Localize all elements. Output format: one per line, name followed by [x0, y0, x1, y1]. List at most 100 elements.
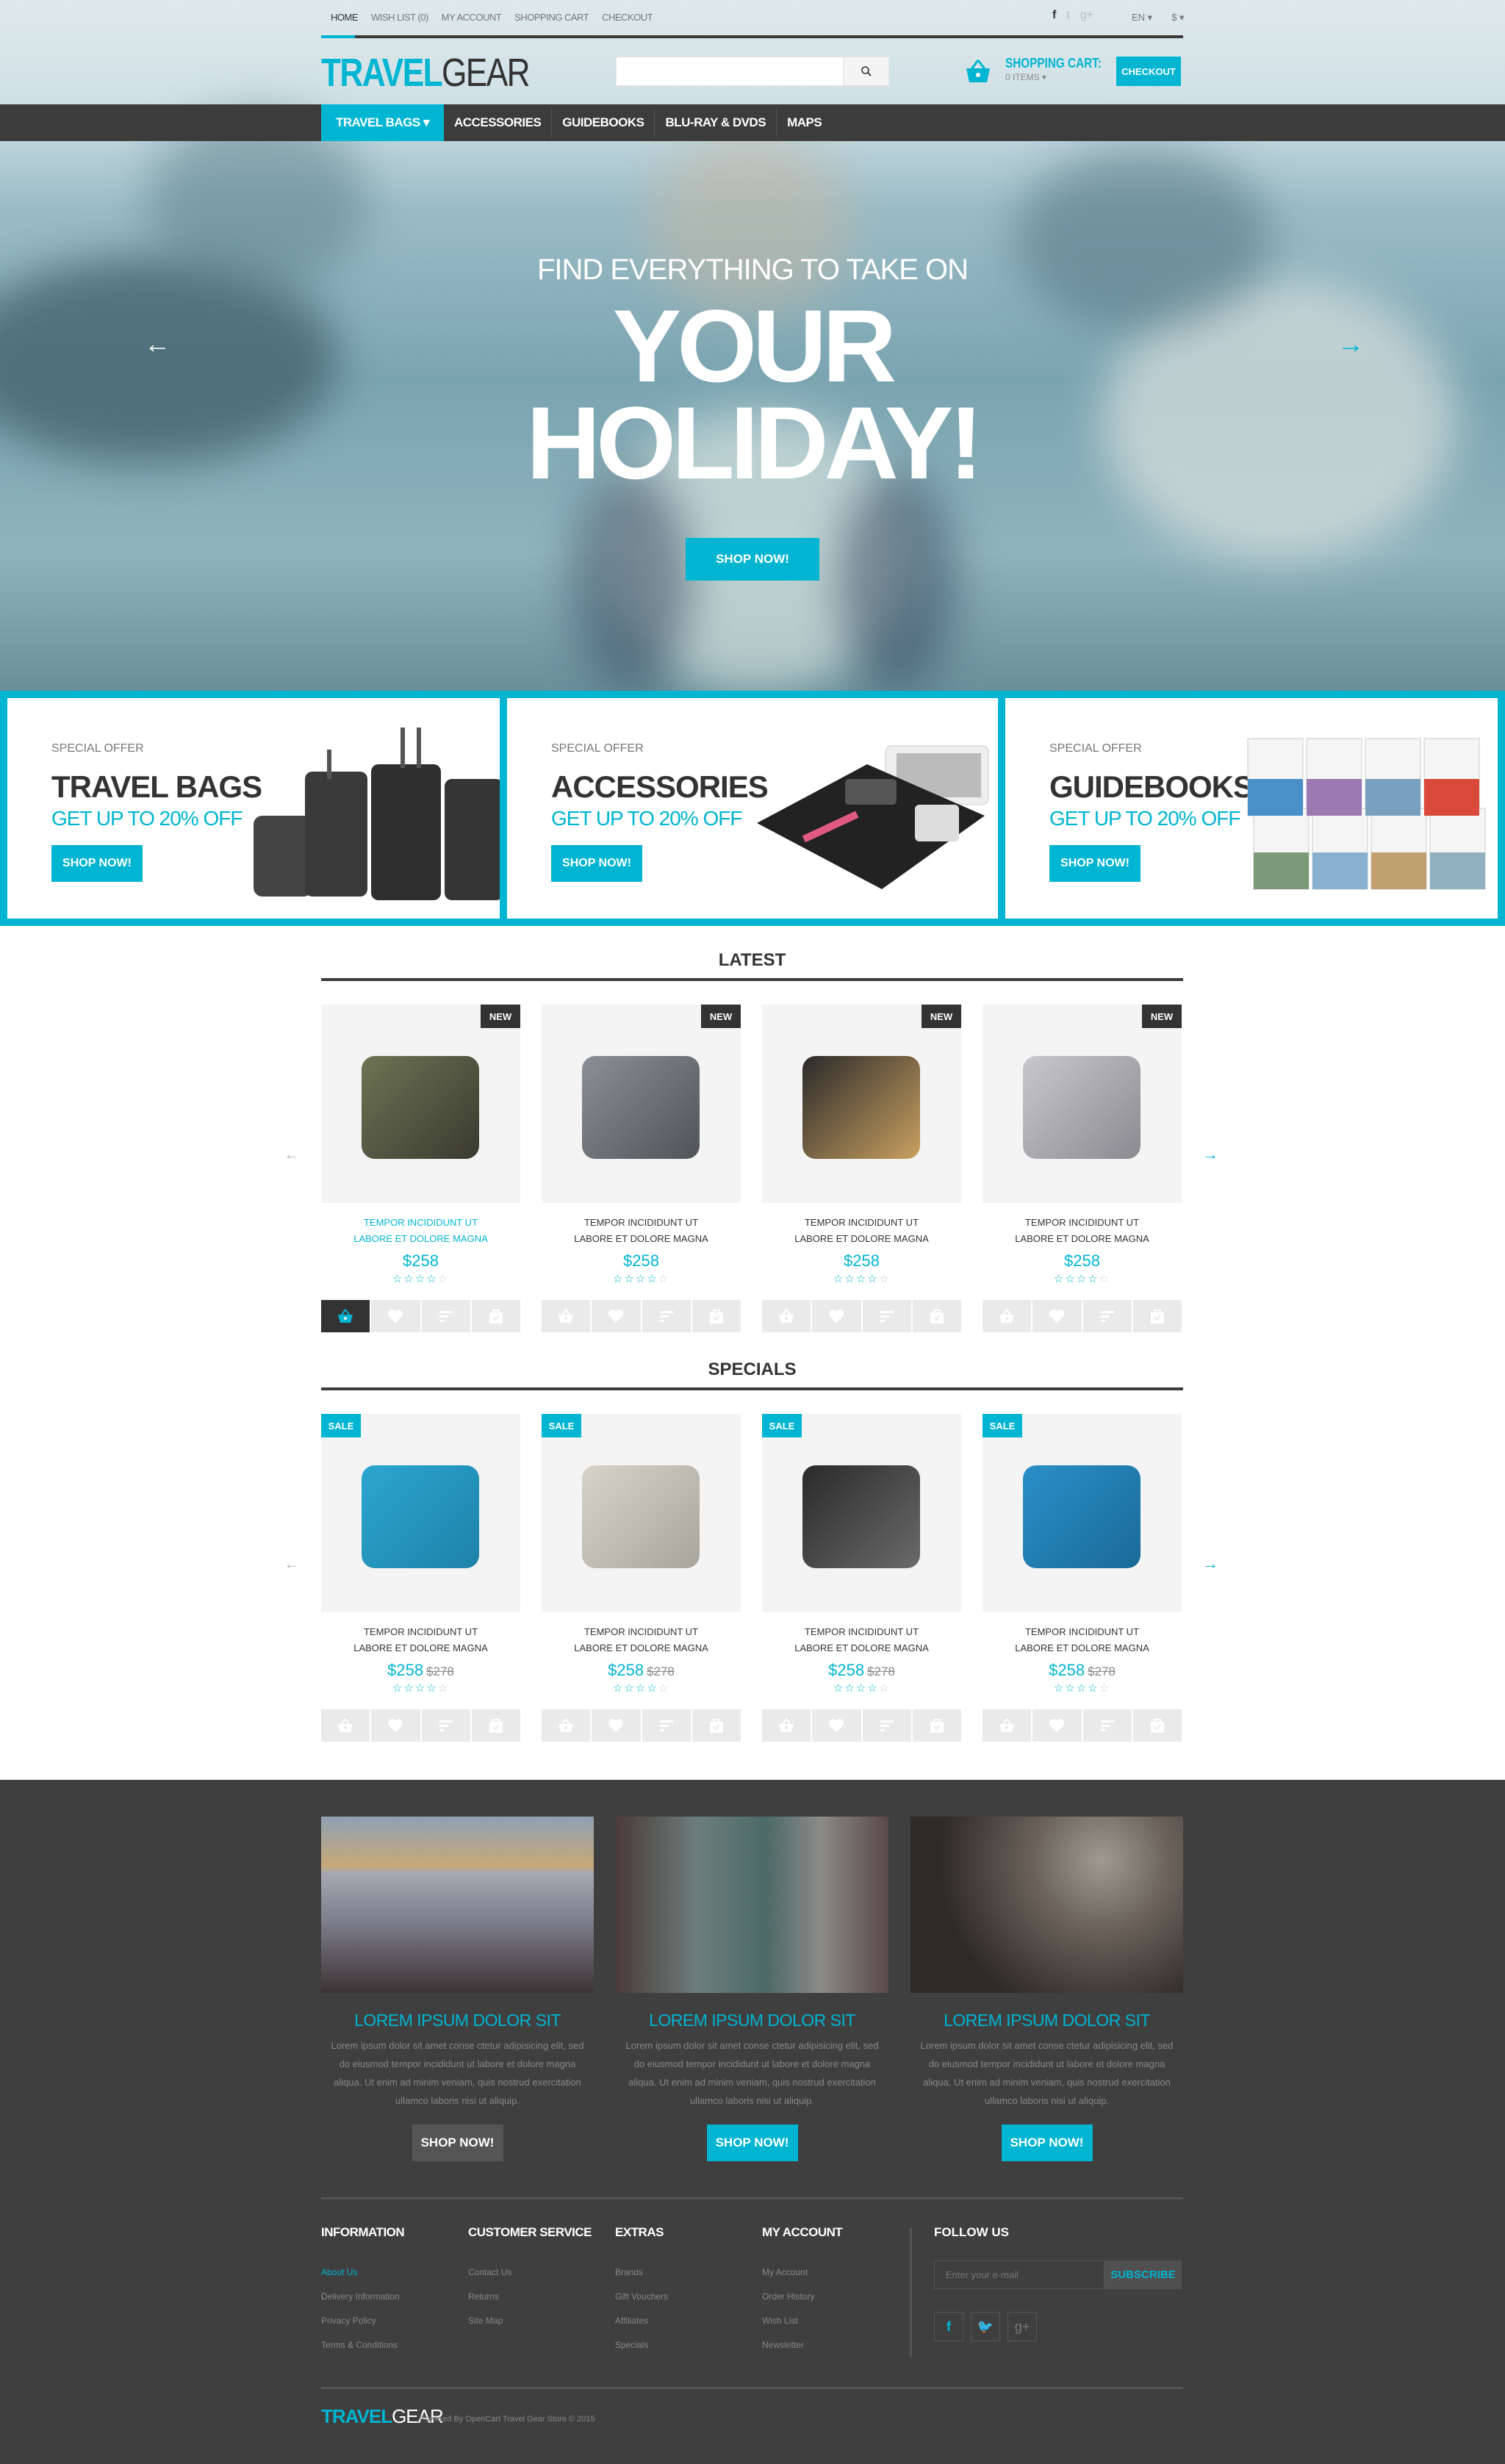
- story-shop-now-button[interactable]: SHOP NOW!: [706, 2124, 798, 2161]
- google-plus-icon[interactable]: g+: [1080, 9, 1093, 22]
- footer-link-delivery-information[interactable]: Delivery Information: [321, 2285, 404, 2309]
- wishlist-button[interactable]: [371, 1709, 422, 1742]
- product-name[interactable]: TEMPOR INCIDIDUNT UT LABORE ET DOLORE MA…: [983, 1624, 1182, 1656]
- add-to-cart-button[interactable]: [321, 1709, 372, 1742]
- latest-next-arrow-icon[interactable]: →: [1202, 1145, 1218, 1164]
- compare-button[interactable]: [862, 1709, 913, 1742]
- wishlist-button[interactable]: [371, 1300, 422, 1332]
- product-name[interactable]: TEMPOR INCIDIDUNT UT LABORE ET DOLORE MA…: [542, 1215, 741, 1247]
- hero-shop-now-button[interactable]: SHOP NOW!: [686, 538, 819, 581]
- wishlist-button[interactable]: [1032, 1709, 1083, 1742]
- top-link-shopping-cart[interactable]: SHOPPING CART: [514, 12, 589, 23]
- banner-accessories[interactable]: SPECIAL OFFER ACCESSORIES GET UP TO 20% …: [507, 698, 998, 919]
- wishlist-button[interactable]: [812, 1709, 863, 1742]
- footer-link-returns[interactable]: Returns: [468, 2285, 592, 2309]
- footer-link-brands[interactable]: Brands: [615, 2260, 668, 2285]
- add-to-cart-button[interactable]: [321, 1300, 372, 1332]
- footer-link-terms-conditions[interactable]: Terms & Conditions: [321, 2333, 404, 2357]
- product-name[interactable]: TEMPOR INCIDIDUNT UT LABORE ET DOLORE MA…: [762, 1624, 961, 1656]
- footer-link-site-map[interactable]: Site Map: [468, 2309, 592, 2333]
- product-image-waist-pack[interactable]: SALE: [542, 1414, 741, 1612]
- specials-prev-arrow-icon[interactable]: ←: [284, 1554, 300, 1573]
- product-image-combination-locks[interactable]: NEW: [983, 1005, 1182, 1203]
- banner-travel-bags[interactable]: SPECIAL OFFER TRAVEL BAGS GET UP TO 20% …: [7, 698, 500, 919]
- nav-item-guidebooks[interactable]: GUIDEBOOKS: [552, 108, 655, 137]
- quick-view-button[interactable]: [692, 1709, 741, 1742]
- banner-shop-now-button[interactable]: SHOP NOW!: [51, 845, 143, 882]
- nav-item-maps[interactable]: MAPS: [777, 108, 832, 137]
- nav-item-travel-bags[interactable]: TRAVEL BAGS ▾: [321, 104, 445, 141]
- facebook-icon[interactable]: f: [1052, 9, 1056, 22]
- footer-link-about-us[interactable]: About Us: [321, 2260, 404, 2285]
- product-name[interactable]: TEMPOR INCIDIDUNT UT LABORE ET DOLORE MA…: [321, 1624, 520, 1656]
- footer-link-my-account[interactable]: My Account: [762, 2260, 842, 2285]
- footer-link-privacy-policy[interactable]: Privacy Policy: [321, 2309, 404, 2333]
- footer-twitter-icon[interactable]: 🐦: [971, 2312, 1000, 2341]
- product-image-rolling-backpack[interactable]: NEW: [542, 1005, 741, 1203]
- search-input[interactable]: [617, 57, 843, 85]
- shopping-basket-icon[interactable]: [965, 59, 991, 84]
- product-image-toiletry-kit[interactable]: SALE: [321, 1414, 520, 1612]
- compare-button[interactable]: [421, 1300, 472, 1332]
- top-link-wishlist[interactable]: WISH LIST (0): [371, 12, 428, 23]
- search-button[interactable]: [843, 57, 888, 85]
- product-image-travel-wallet[interactable]: SALE: [983, 1414, 1182, 1612]
- add-to-cart-button[interactable]: [983, 1709, 1033, 1742]
- compare-button[interactable]: [642, 1300, 692, 1332]
- checkout-button[interactable]: CHECKOUT: [1116, 57, 1181, 86]
- add-to-cart-button[interactable]: [762, 1300, 813, 1332]
- wishlist-button[interactable]: [592, 1300, 642, 1332]
- nav-item-accessories[interactable]: ACCESSORIES: [444, 108, 553, 137]
- wishlist-button[interactable]: [592, 1709, 642, 1742]
- nav-item-bluray-dvds[interactable]: BLU-RAY & DVDS: [655, 108, 777, 137]
- banner-guidebooks[interactable]: SPECIAL OFFER GUIDEBOOKS GET UP TO 20% O…: [1005, 698, 1498, 919]
- story-shop-now-button[interactable]: SHOP NOW!: [412, 2124, 503, 2161]
- footer-link-newsletter[interactable]: Newsletter: [762, 2333, 842, 2357]
- top-link-checkout[interactable]: CHECKOUT: [602, 12, 653, 23]
- banner-shop-now-button[interactable]: SHOP NOW!: [1049, 845, 1141, 882]
- footer-link-specials[interactable]: Specials: [615, 2333, 668, 2357]
- cart-item-count[interactable]: 0 ITEMS ▾: [1005, 72, 1046, 82]
- quick-view-button[interactable]: [692, 1300, 741, 1332]
- subscribe-button[interactable]: SUBSCRIBE: [1104, 2260, 1182, 2289]
- quick-view-button[interactable]: [1132, 1300, 1182, 1332]
- add-to-cart-button[interactable]: [762, 1709, 813, 1742]
- footer-link-order-history[interactable]: Order History: [762, 2285, 842, 2309]
- compare-button[interactable]: [642, 1709, 692, 1742]
- product-name[interactable]: TEMPOR INCIDIDUNT UT LABORE ET DOLORE MA…: [321, 1215, 520, 1247]
- footer-link-affiliates[interactable]: Affiliates: [615, 2309, 668, 2333]
- product-image-duffel-bag[interactable]: NEW: [321, 1005, 520, 1203]
- compare-button[interactable]: [862, 1300, 913, 1332]
- story-shop-now-button[interactable]: SHOP NOW!: [1001, 2124, 1093, 2161]
- footer-link-contact-us[interactable]: Contact Us: [468, 2260, 592, 2285]
- hero-next-arrow-icon[interactable]: →: [1337, 328, 1364, 359]
- product-name[interactable]: TEMPOR INCIDIDUNT UT LABORE ET DOLORE MA…: [762, 1215, 961, 1247]
- product-name[interactable]: TEMPOR INCIDIDUNT UT LABORE ET DOLORE MA…: [542, 1624, 741, 1656]
- quick-view-button[interactable]: [912, 1709, 961, 1742]
- currency-dropdown[interactable]: $ ▾: [1171, 12, 1184, 24]
- product-image-card-wallet[interactable]: NEW: [762, 1005, 961, 1203]
- quick-view-button[interactable]: [471, 1300, 520, 1332]
- top-link-my-account[interactable]: MY ACCOUNT: [442, 12, 502, 23]
- quick-view-button[interactable]: [471, 1709, 520, 1742]
- add-to-cart-button[interactable]: [542, 1300, 592, 1332]
- add-to-cart-button[interactable]: [983, 1300, 1033, 1332]
- footer-link-gift-vouchers[interactable]: Gift Vouchers: [615, 2285, 668, 2309]
- cart-title[interactable]: SHOPPING CART:: [1005, 56, 1102, 71]
- compare-button[interactable]: [1082, 1709, 1133, 1742]
- logo[interactable]: TRAVELGEAR: [321, 50, 531, 96]
- footer-google-plus-icon[interactable]: g+: [1007, 2312, 1037, 2341]
- hero-prev-arrow-icon[interactable]: ←: [144, 328, 170, 359]
- twitter-icon[interactable]: t: [1066, 9, 1069, 22]
- compare-button[interactable]: [421, 1709, 472, 1742]
- quick-view-button[interactable]: [912, 1300, 961, 1332]
- product-image-packing-cube[interactable]: SALE: [762, 1414, 961, 1612]
- footer-link-wish-list[interactable]: Wish List: [762, 2309, 842, 2333]
- banner-shop-now-button[interactable]: SHOP NOW!: [551, 845, 642, 882]
- compare-button[interactable]: [1082, 1300, 1133, 1332]
- latest-prev-arrow-icon[interactable]: ←: [284, 1145, 300, 1164]
- wishlist-button[interactable]: [1032, 1300, 1083, 1332]
- add-to-cart-button[interactable]: [542, 1709, 592, 1742]
- product-name[interactable]: TEMPOR INCIDIDUNT UT LABORE ET DOLORE MA…: [983, 1215, 1182, 1247]
- newsletter-email-input[interactable]: [934, 2260, 1104, 2289]
